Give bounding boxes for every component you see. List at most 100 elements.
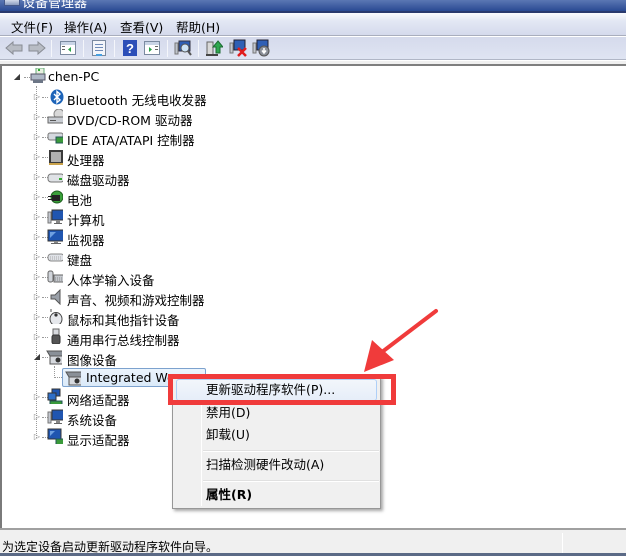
tree-item-keyboard[interactable]: ▷ 键盘	[2, 247, 262, 269]
bluetooth-icon	[50, 89, 64, 105]
toolbar-separator	[167, 40, 168, 57]
tree-item-bluetooth[interactable]: ▷ Bluetooth 无线电收发器	[2, 87, 262, 108]
scan-hardware-button[interactable]	[173, 39, 193, 57]
update-driver-icon	[206, 40, 223, 56]
toolbar: ?	[0, 37, 626, 60]
tree-item-mouse[interactable]: ▷ 鼠标和其他指针设备	[2, 307, 262, 328]
menu-separator	[203, 480, 379, 482]
uninstall-button[interactable]	[228, 39, 248, 57]
collapsed-triangle-icon[interactable]: ▷	[33, 413, 41, 421]
collapsed-triangle-icon[interactable]: ▷	[33, 293, 41, 301]
status-bar: 为选定设备启动更新驱动程序软件向导。	[0, 528, 626, 556]
ide-controller-icon	[47, 132, 63, 144]
uninstall-icon	[229, 39, 247, 57]
collapsed-triangle-icon[interactable]: ▷	[33, 273, 41, 281]
usb-icon	[51, 328, 61, 344]
status-bar-divider	[562, 533, 563, 553]
properties-button[interactable]	[89, 39, 109, 57]
help-button[interactable]: ?	[120, 39, 140, 57]
annotation-highlight-box	[168, 374, 396, 405]
menu-item-disable[interactable]: 禁用(D)	[176, 402, 377, 424]
back-button[interactable]	[4, 39, 24, 57]
collapsed-triangle-icon[interactable]: ▷	[33, 193, 41, 201]
tree-item-computer[interactable]: ▷ 计算机	[2, 207, 262, 228]
action-pane-button[interactable]	[142, 39, 162, 57]
tree-root-label: chen-PC	[48, 69, 100, 84]
dvd-drive-icon	[47, 109, 63, 124]
collapsed-triangle-icon[interactable]: ▷	[33, 393, 41, 401]
back-arrow-icon	[5, 41, 23, 55]
collapsed-triangle-icon[interactable]: ▷	[33, 133, 41, 141]
tree-item-battery[interactable]: ▷ 电池	[2, 187, 262, 208]
disable-button[interactable]	[251, 39, 271, 57]
collapsed-triangle-icon[interactable]: ▷	[33, 153, 41, 161]
menu-separator	[203, 450, 379, 452]
keyboard-icon	[47, 253, 63, 262]
disk-drive-icon	[47, 173, 63, 183]
collapsed-triangle-icon[interactable]: ▷	[33, 113, 41, 121]
tree-root-chen-pc[interactable]: ◢ chen-PC	[2, 67, 202, 87]
tree-item-label: 图像设备	[67, 353, 118, 368]
menu-bar: 文件(F) 操作(A) 查看(V) 帮助(H)	[0, 13, 626, 36]
tree-item-dvd-cdrom[interactable]: ▷ DVD/CD-ROM 驱动器	[2, 107, 262, 128]
show-hide-action-pane-icon	[144, 41, 160, 55]
forward-arrow-icon	[28, 41, 46, 55]
tree-item-processor[interactable]: ▷ 处理器	[2, 147, 262, 168]
collapsed-triangle-icon[interactable]: ▷	[33, 213, 41, 221]
tree-item-hid[interactable]: ▷ 人体学输入设备	[2, 267, 262, 288]
tree-item-monitor[interactable]: ▷ 监视器	[2, 227, 262, 248]
menu-action[interactable]: 操作(A)	[62, 16, 109, 37]
forward-button[interactable]	[27, 39, 47, 57]
properties-icon	[92, 40, 106, 56]
collapsed-triangle-icon[interactable]: ▷	[33, 173, 41, 181]
menu-item-uninstall[interactable]: 卸载(U)	[176, 424, 377, 446]
toolbar-separator	[51, 40, 52, 57]
console-tree-button[interactable]	[58, 39, 78, 57]
tree-item-label: Integrated We	[86, 370, 175, 385]
tree-connector	[42, 97, 48, 98]
battery-icon	[48, 190, 63, 204]
computer-icon	[30, 68, 46, 83]
collapsed-triangle-icon[interactable]: ▷	[33, 233, 41, 241]
scan-hardware-changes-icon	[174, 40, 192, 56]
update-driver-button[interactable]	[204, 39, 224, 57]
menu-help[interactable]: 帮助(H)	[174, 16, 222, 37]
system-device-icon	[47, 409, 63, 424]
collapsed-triangle-icon[interactable]: ▷	[33, 253, 41, 261]
expanded-triangle-icon[interactable]: ◢	[33, 353, 41, 361]
collapsed-triangle-icon[interactable]: ▷	[33, 93, 41, 101]
toolbar-separator	[198, 40, 199, 57]
collapsed-triangle-icon[interactable]: ▷	[33, 333, 41, 341]
menu-item-properties[interactable]: 属性(R)	[176, 484, 377, 506]
webcam-icon	[65, 371, 81, 386]
expanded-triangle-icon[interactable]: ◢	[13, 73, 21, 81]
tree-item-imaging-devices[interactable]: ◢ 图像设备	[2, 347, 262, 368]
imaging-device-icon	[46, 350, 62, 365]
menu-view[interactable]: 查看(V)	[118, 16, 165, 37]
speaker-icon	[50, 289, 61, 305]
menu-file[interactable]: 文件(F)	[9, 16, 55, 37]
show-hide-console-tree-icon	[60, 41, 76, 55]
collapsed-triangle-icon[interactable]: ▷	[33, 313, 41, 321]
help-icon: ?	[123, 40, 137, 56]
tree-item-usb[interactable]: ▷ 通用串行总线控制器	[2, 327, 262, 348]
network-adapter-icon	[47, 388, 63, 404]
toolbar-separator	[114, 40, 115, 57]
disable-icon	[252, 39, 270, 57]
menu-item-scan-hardware[interactable]: 扫描检测硬件改动(A)	[176, 454, 377, 476]
svg-text:?: ?	[126, 41, 134, 56]
collapsed-triangle-icon[interactable]: ▷	[33, 433, 41, 441]
tree-item-label: 显示适配器	[67, 433, 130, 448]
computer-icon	[47, 209, 63, 224]
toolbar-separator	[83, 40, 84, 57]
tree-item-ide-controller[interactable]: ▷ IDE ATA/ATAPI 控制器	[2, 127, 262, 149]
hid-icon	[47, 270, 63, 283]
device-manager-icon	[4, 0, 20, 6]
monitor-icon	[47, 229, 63, 244]
tree-item-sound-video-game[interactable]: ▷ 声音、视频和游戏控制器	[2, 287, 262, 308]
title-bar: 设备管理器	[0, 0, 626, 11]
processor-icon	[49, 150, 63, 165]
tree-item-disk-drive[interactable]: ▷ 磁盘驱动器	[2, 167, 262, 189]
mouse-icon	[49, 309, 63, 324]
display-adapter-icon	[47, 428, 63, 444]
